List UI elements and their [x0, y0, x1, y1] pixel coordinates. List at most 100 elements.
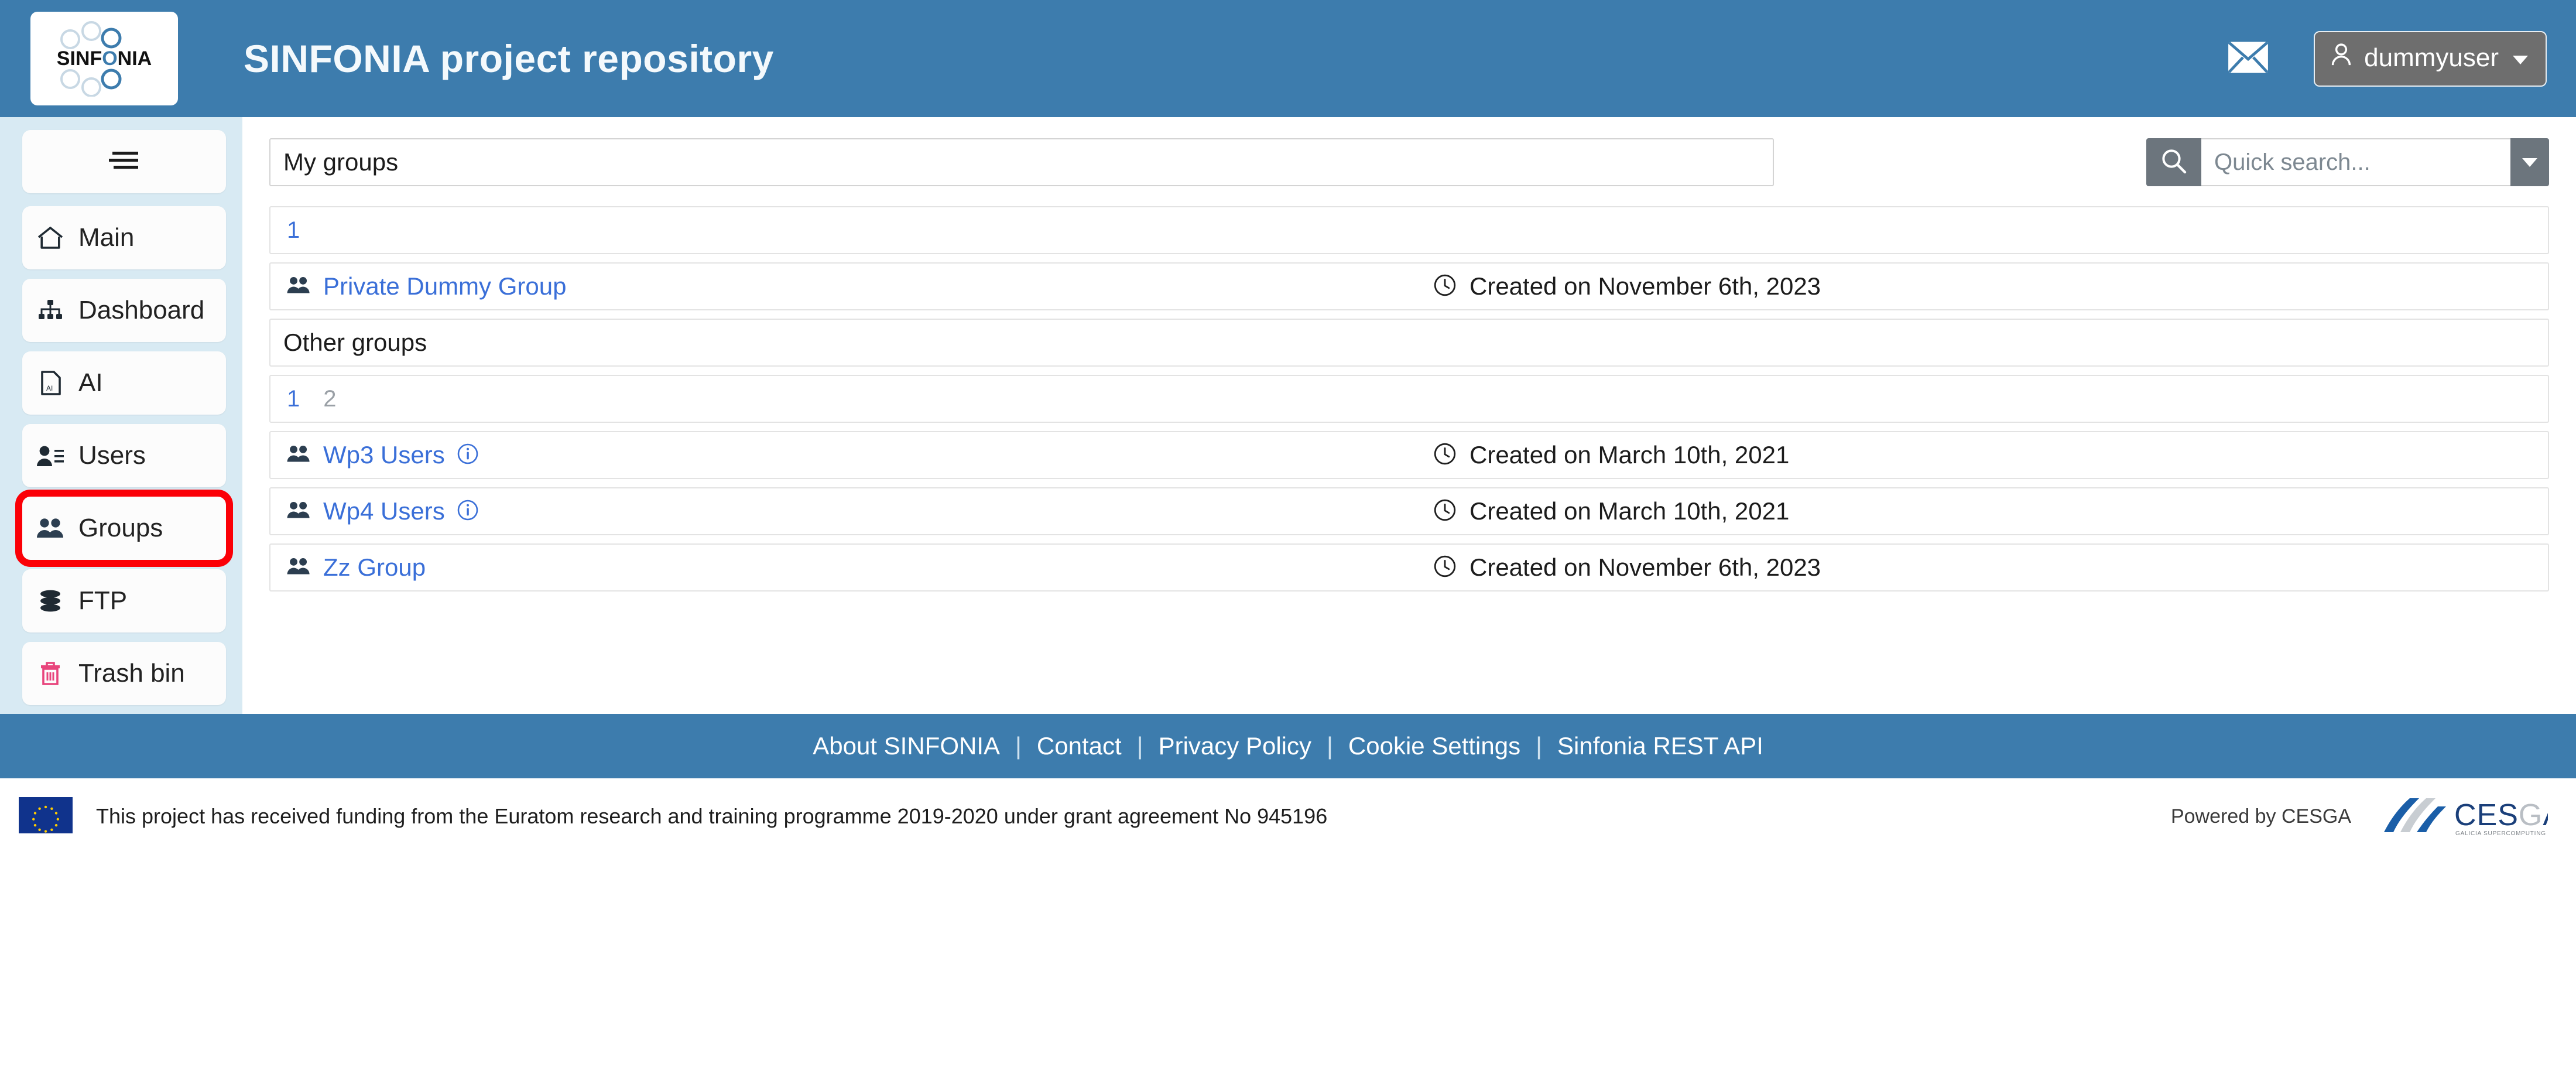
- sinfonia-logo[interactable]: SINFONIA: [30, 12, 178, 105]
- sidebar-item-dashboard[interactable]: Dashboard: [22, 279, 226, 342]
- footer-separator: |: [1536, 732, 1543, 760]
- sitemap-icon: [22, 298, 78, 323]
- sidebar-item-label: Trash bin: [78, 659, 185, 688]
- group-date-cell: Created on March 10th, 2021: [1433, 441, 1789, 469]
- sidebar-item-ai[interactable]: AI AI: [22, 351, 226, 415]
- home-icon: [22, 225, 78, 251]
- sidebar-toggle-button[interactable]: [22, 130, 226, 193]
- group-created-date: Created on March 10th, 2021: [1469, 497, 1790, 525]
- user-icon: [2330, 43, 2352, 74]
- sidebar-item-label: Groups: [78, 514, 163, 542]
- svg-text:SINFONIA: SINFONIA: [57, 47, 152, 70]
- envelope-icon[interactable]: [2227, 41, 2269, 77]
- group-name-cell: Wp4 Users: [286, 497, 1433, 525]
- people-group-icon: [286, 555, 311, 580]
- table-row[interactable]: Private Dummy Group Created on November …: [269, 262, 2549, 310]
- table-row[interactable]: Wp4 Users Created on March 10th, 2021: [269, 487, 2549, 535]
- app-header: SINFONIA SINFONIA project repository dum…: [0, 0, 2576, 117]
- search-button[interactable]: [2146, 138, 2201, 186]
- page-link[interactable]: 1: [287, 217, 300, 244]
- header-actions: dummyuser: [2227, 30, 2547, 87]
- trash-bin-icon: [22, 660, 78, 687]
- search-dropdown-button[interactable]: [2510, 138, 2549, 186]
- main-content: My groups 1: [242, 117, 2576, 714]
- cesga-credit: Powered by CESGA CESGA GALICIA SUPERCOMP…: [2170, 792, 2575, 841]
- database-stack-icon: [22, 588, 78, 614]
- people-group-icon: [286, 499, 311, 524]
- eu-flag-icon: [19, 796, 73, 836]
- powered-by-label: Powered by CESGA: [2170, 805, 2351, 828]
- group-link[interactable]: Private Dummy Group: [323, 272, 566, 300]
- footer-nav: About SINFONIA | Contact | Privacy Polic…: [0, 714, 2576, 778]
- sidebar-item-label: AI: [78, 368, 103, 397]
- footer-link-cookie-settings[interactable]: Cookie Settings: [1348, 732, 1520, 760]
- groups-list: 1 Private Dummy Group Created on Novembe…: [269, 206, 2549, 592]
- other-groups-pagination: 1 2: [269, 375, 2549, 423]
- file-ai-icon: AI: [22, 370, 78, 396]
- people-group-icon: [22, 515, 78, 541]
- search-input[interactable]: [2201, 138, 2510, 186]
- chevron-down-icon: [2513, 55, 2528, 64]
- group-name-cell: Wp3 Users: [286, 441, 1433, 469]
- svg-text:CESGA: CESGA: [2454, 798, 2548, 832]
- group-date-cell: Created on November 6th, 2023: [1433, 272, 1821, 300]
- group-name-cell: Private Dummy Group: [286, 272, 1433, 300]
- quick-search-group: [2146, 138, 2549, 186]
- user-menu-button[interactable]: dummyuser: [2314, 30, 2547, 87]
- sidebar-item-label: Main: [78, 223, 135, 252]
- page-link[interactable]: 1: [287, 386, 300, 412]
- page-link[interactable]: 2: [323, 386, 336, 412]
- content-toolbar: My groups: [269, 138, 2549, 186]
- clock-icon: [1433, 273, 1457, 300]
- footer-link-rest-api[interactable]: Sinfonia REST API: [1557, 732, 1763, 760]
- footer-link-about[interactable]: About SINFONIA: [813, 732, 1000, 760]
- user-menu-label: dummyuser: [2364, 43, 2499, 72]
- footer-separator: |: [1327, 732, 1333, 760]
- sidebar-item-groups[interactable]: Groups: [15, 490, 233, 567]
- user-list-icon: [22, 443, 78, 469]
- sinfonia-logo-mark: SINFONIA: [57, 21, 152, 97]
- clock-icon: [1433, 498, 1457, 525]
- group-link[interactable]: Wp3 Users: [323, 441, 445, 469]
- people-group-icon: [286, 274, 311, 299]
- group-created-date: Created on March 10th, 2021: [1469, 441, 1790, 469]
- group-date-cell: Created on March 10th, 2021: [1433, 497, 1789, 525]
- my-groups-pagination: 1: [269, 206, 2549, 254]
- hamburger-menu-icon: [107, 148, 142, 176]
- caret-down-icon: [2522, 158, 2537, 167]
- clock-icon: [1433, 555, 1457, 581]
- people-group-icon: [286, 443, 311, 468]
- group-created-date: Created on November 6th, 2023: [1469, 553, 1821, 581]
- footer-separator: |: [1015, 732, 1022, 760]
- sidebar-item-label: FTP: [78, 586, 128, 615]
- group-date-cell: Created on November 6th, 2023: [1433, 553, 1821, 582]
- my-groups-panel-title: My groups: [269, 138, 1774, 186]
- svg-text:AI: AI: [46, 384, 53, 392]
- info-icon[interactable]: [457, 443, 479, 468]
- group-created-date: Created on November 6th, 2023: [1469, 272, 1821, 300]
- other-groups-panel-title: Other groups: [269, 319, 2549, 367]
- funding-statement: This project has received funding from t…: [96, 804, 1328, 828]
- sidebar-item-ftp[interactable]: FTP: [22, 569, 226, 632]
- cesga-logo: CESGA GALICIA SUPERCOMPUTING CENTER: [2372, 792, 2575, 841]
- group-link[interactable]: Zz Group: [323, 553, 426, 582]
- group-name-cell: Zz Group: [286, 553, 1433, 582]
- sidebar-item-label: Users: [78, 441, 146, 470]
- sidebar: Main Dashboard AI AI Users Groups FTP Tr…: [0, 117, 242, 714]
- sidebar-item-users[interactable]: Users: [22, 424, 226, 487]
- svg-text:GALICIA SUPERCOMPUTING CENTER: GALICIA SUPERCOMPUTING CENTER: [2455, 830, 2548, 837]
- body-wrapper: Main Dashboard AI AI Users Groups FTP Tr…: [0, 117, 2576, 714]
- sidebar-item-main[interactable]: Main: [22, 206, 226, 269]
- sidebar-item-label: Dashboard: [78, 296, 205, 324]
- sidebar-item-trash-bin[interactable]: Trash bin: [22, 642, 226, 705]
- search-icon: [2160, 148, 2187, 177]
- table-row[interactable]: Zz Group Created on November 6th, 2023: [269, 543, 2549, 592]
- page-title: SINFONIA project repository: [244, 37, 774, 80]
- group-link[interactable]: Wp4 Users: [323, 497, 445, 525]
- table-row[interactable]: Wp3 Users Created on March 10th, 2021: [269, 431, 2549, 479]
- clock-icon: [1433, 442, 1457, 469]
- footer-separator: |: [1136, 732, 1143, 760]
- footer-link-privacy-policy[interactable]: Privacy Policy: [1159, 732, 1311, 760]
- info-icon[interactable]: [457, 499, 479, 524]
- footer-link-contact[interactable]: Contact: [1037, 732, 1122, 760]
